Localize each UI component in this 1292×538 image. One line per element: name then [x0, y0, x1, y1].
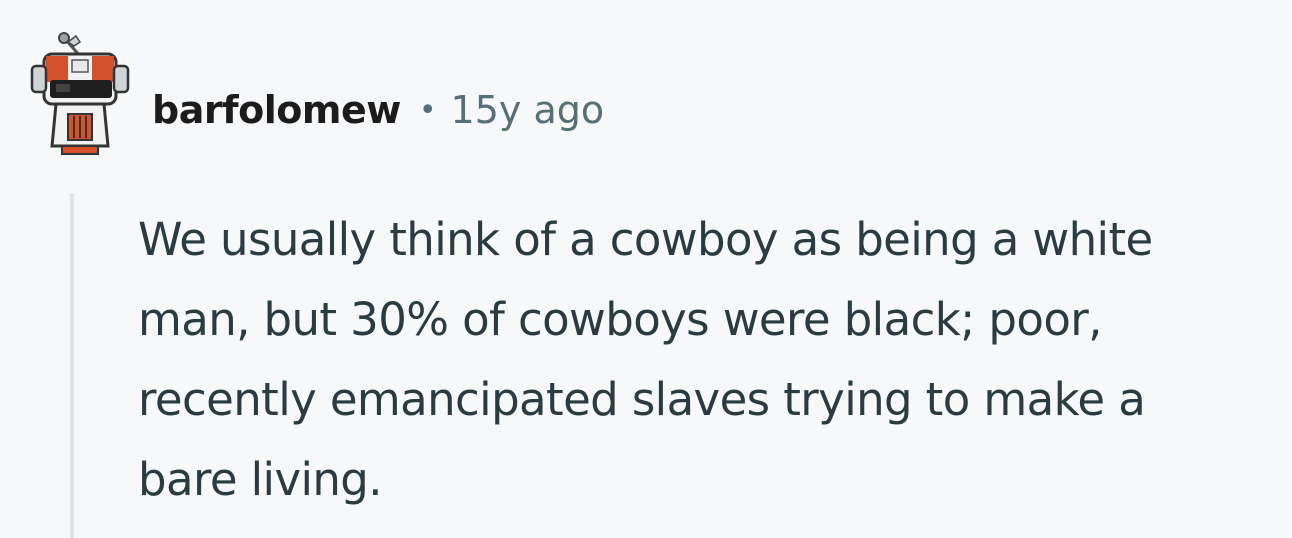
robot-snoo-avatar-icon	[30, 32, 130, 155]
meta-separator: •	[418, 92, 437, 128]
comment-body-line: bare living.	[138, 453, 383, 506]
comment-meta: barfolomew • 15y ago	[152, 84, 604, 136]
comment-body-line: We usually think of a cowboy as being a …	[138, 213, 1153, 266]
thread-line[interactable]	[70, 193, 74, 538]
timestamp[interactable]: 15y ago	[451, 88, 605, 132]
comment: barfolomew • 15y ago We usually think of…	[0, 0, 1292, 538]
comment-body-line: recently emancipated slaves trying to ma…	[138, 373, 1146, 426]
author-link[interactable]: barfolomew	[152, 88, 401, 132]
comment-body: We usually think of a cowboy as being a …	[138, 200, 1278, 520]
comment-body-line: man, but 30% of cowboys were black; poor…	[138, 293, 1102, 346]
avatar[interactable]	[22, 28, 132, 158]
